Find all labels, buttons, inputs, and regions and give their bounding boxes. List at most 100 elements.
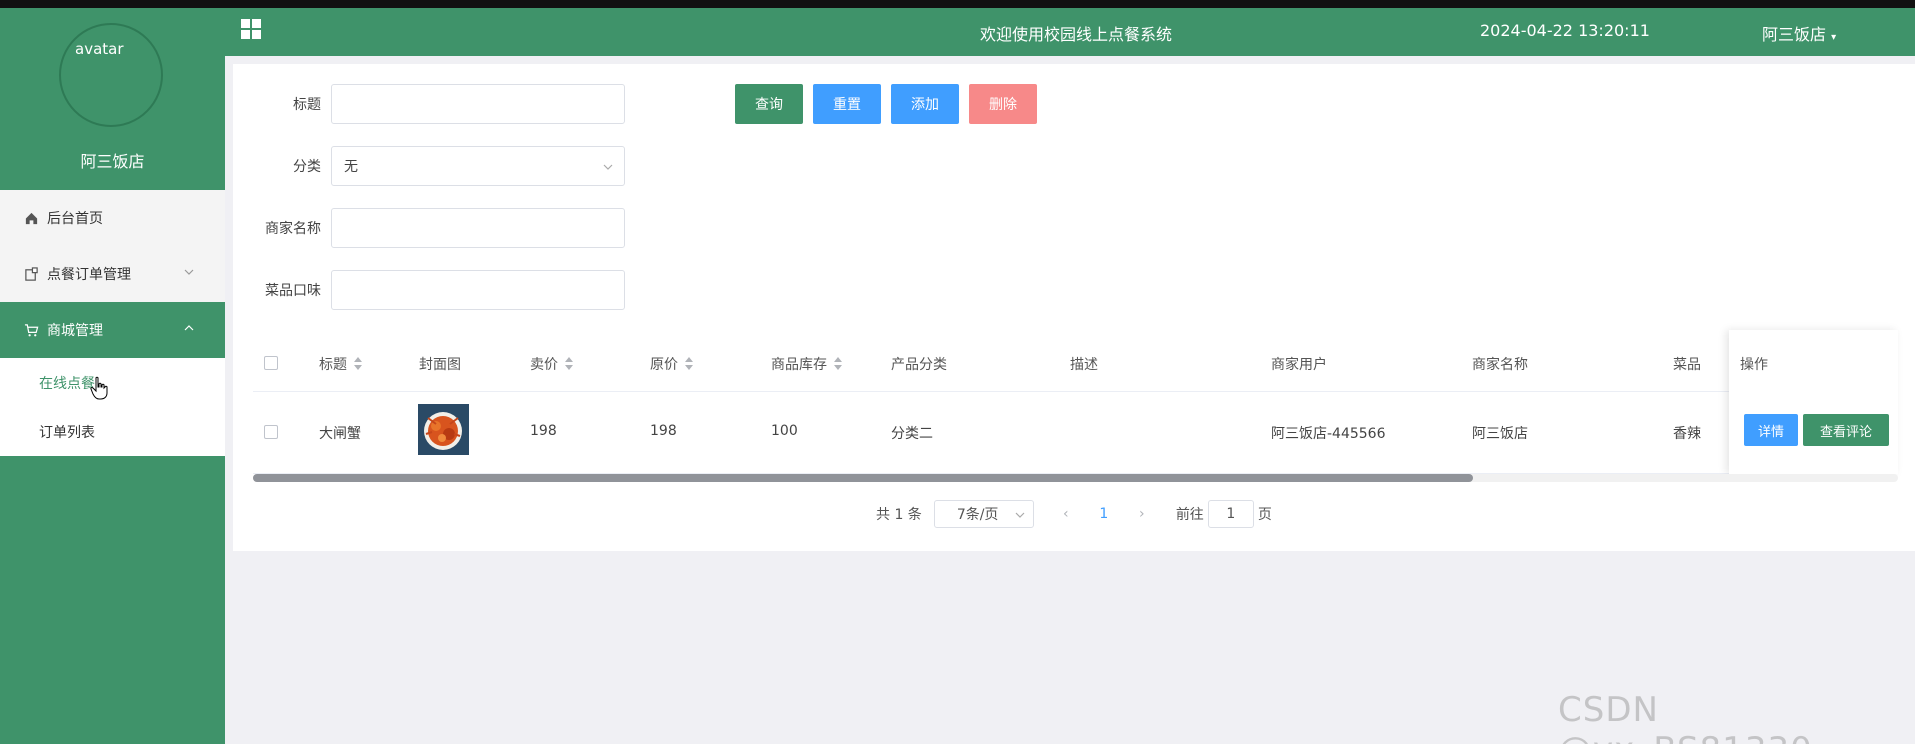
- search-merchant-row: 商家名称: [233, 208, 625, 248]
- sidebar-menu: 后台首页 点餐订单管理 商城管理 在线点餐 订单列表: [0, 190, 225, 456]
- page-number-current[interactable]: 1: [1090, 506, 1118, 522]
- column-header-merchant-name: 商家名称: [1472, 354, 1528, 374]
- sort-icon[interactable]: [353, 357, 363, 371]
- sort-icon[interactable]: [684, 357, 694, 371]
- view-comments-button[interactable]: 查看评论: [1803, 414, 1889, 446]
- search-category-select[interactable]: 无: [331, 146, 625, 186]
- search-taste-label: 菜品口味: [265, 283, 321, 299]
- table-header: 标题 封面图 卖价 原价 商品库存 产品分类 描述 商家用户 商家名称 菜品: [253, 332, 1898, 392]
- chevron-down-icon: [1015, 512, 1025, 518]
- cover-image[interactable]: [418, 404, 469, 455]
- sidebar-item-label: 商城管理: [47, 323, 103, 339]
- cell-title: 大闸蟹: [319, 426, 361, 442]
- column-header-label: 卖价: [530, 357, 558, 373]
- delete-button[interactable]: 删除: [969, 84, 1037, 124]
- sidebar-shop-name: 阿三饭店: [80, 152, 145, 171]
- table-row: 大闸蟹 198 198 100 分类二 阿三饭店-445566 阿三饭店 香辣: [253, 392, 1898, 474]
- horizontal-scrollbar[interactable]: [253, 474, 1898, 482]
- goto-prefix: 前往: [1175, 507, 1204, 523]
- pagination: 共 1 条 7条/页 ‹ 1 › 前往 1 页: [876, 500, 1272, 528]
- sort-icon[interactable]: [833, 357, 843, 371]
- search-merchant-input[interactable]: [331, 208, 625, 248]
- grid-menu-icon[interactable]: [240, 18, 262, 40]
- sidebar-subitem-label: 订单列表: [39, 424, 95, 441]
- home-icon: [25, 212, 38, 224]
- sidebar-item-label: 后台首页: [47, 211, 103, 227]
- cell-stock: 100: [771, 423, 798, 439]
- detail-button[interactable]: 详情: [1744, 414, 1798, 446]
- goto-page-input[interactable]: 1: [1207, 500, 1254, 528]
- order-icon: [25, 266, 38, 281]
- column-header-category: 产品分类: [891, 354, 947, 374]
- column-header-original-price[interactable]: 原价: [650, 354, 694, 374]
- search-title-label: 标题: [293, 97, 321, 113]
- chevron-down-icon: [603, 164, 613, 170]
- search-title-row: 标题: [233, 84, 625, 124]
- pagination-total: 共 1 条: [876, 507, 922, 523]
- search-merchant-label: 商家名称: [265, 221, 321, 237]
- column-header-taste: 菜品: [1673, 354, 1701, 374]
- cart-icon: [24, 323, 39, 336]
- cell-category: 分类二: [891, 426, 933, 442]
- reset-button[interactable]: 重置: [813, 84, 881, 124]
- top-strip: [0, 0, 1915, 8]
- category-selected-value: 无: [344, 159, 358, 175]
- search-taste-row: 菜品口味: [233, 270, 625, 310]
- column-header-description: 描述: [1070, 354, 1098, 374]
- system-title: 欢迎使用校园线上点餐系统: [980, 25, 1173, 44]
- cell-taste: 香辣: [1673, 426, 1701, 442]
- column-header-label: 原价: [650, 357, 678, 373]
- select-all-checkbox[interactable]: [264, 356, 278, 370]
- column-header-label: 产品分类: [891, 357, 947, 373]
- cell-original-price: 198: [650, 423, 677, 439]
- sidebar-item-orders[interactable]: 点餐订单管理: [0, 246, 225, 302]
- goto-suffix: 页: [1257, 507, 1272, 523]
- page-size-value: 7条/页: [956, 507, 999, 523]
- prev-page-button[interactable]: ‹: [1052, 506, 1080, 522]
- page-size-select[interactable]: 7条/页: [933, 500, 1034, 528]
- operations-column: 操作 详情 查看评论: [1729, 330, 1898, 474]
- sidebar-subitem-online-order[interactable]: 在线点餐: [0, 358, 225, 407]
- watermark: CSDN @vx_BS81330: [1558, 690, 1812, 744]
- sort-icon[interactable]: [564, 357, 574, 371]
- next-page-button[interactable]: ›: [1128, 506, 1156, 522]
- row-checkbox[interactable]: [264, 425, 278, 439]
- avatar[interactable]: avatar: [59, 23, 163, 127]
- cell-merchant-name: 阿三饭店: [1472, 426, 1528, 442]
- top-header: 欢迎使用校园线上点餐系统 2024-04-22 13:20:11 阿三饭店 ▾: [225, 8, 1915, 56]
- column-header-label: 商品库存: [771, 357, 827, 373]
- submenu: 在线点餐 订单列表: [0, 358, 225, 456]
- user-dropdown[interactable]: 阿三饭店 ▾: [1762, 21, 1836, 45]
- user-name: 阿三饭店: [1762, 25, 1827, 44]
- column-header-label: 商家名称: [1472, 357, 1528, 373]
- sidebar-item-mall[interactable]: 商城管理: [0, 302, 225, 358]
- cell-price: 198: [530, 423, 557, 439]
- scrollbar-thumb[interactable]: [253, 474, 1473, 482]
- column-header-label: 描述: [1070, 357, 1098, 373]
- column-header-price[interactable]: 卖价: [530, 354, 574, 374]
- profile: avatar 阿三饭店: [0, 8, 225, 190]
- sidebar-item-label: 点餐订单管理: [47, 267, 131, 283]
- caret-down-icon: ▾: [1831, 32, 1837, 43]
- add-button[interactable]: 添加: [891, 84, 959, 124]
- search-title-input[interactable]: [331, 84, 625, 124]
- sidebar: avatar 阿三饭店 后台首页 点餐订单管理 商城管理 在线点餐 订单列表: [0, 8, 225, 744]
- search-taste-input[interactable]: [331, 270, 625, 310]
- column-header-title[interactable]: 标题: [319, 354, 363, 374]
- column-header-operations: 操作: [1740, 357, 1768, 373]
- chevron-down-icon: [184, 269, 194, 275]
- column-header-merchant-user: 商家用户: [1271, 354, 1327, 374]
- main-panel: 标题 分类 无 商家名称 菜品口味 查询 重置 添加 删除 标题 封面图 卖价 …: [233, 64, 1915, 551]
- column-header-cover: 封面图: [419, 354, 461, 374]
- chevron-up-icon: [184, 325, 194, 331]
- hand-cursor-icon: [90, 376, 108, 400]
- column-header-label: 商家用户: [1271, 357, 1327, 373]
- sidebar-subitem-label: 在线点餐: [39, 375, 95, 392]
- search-category-label: 分类: [293, 159, 321, 175]
- column-header-stock[interactable]: 商品库存: [771, 354, 843, 374]
- sidebar-item-home[interactable]: 后台首页: [0, 190, 225, 246]
- sidebar-subitem-order-list[interactable]: 订单列表: [0, 407, 225, 456]
- query-button[interactable]: 查询: [735, 84, 803, 124]
- avatar-alt-text: avatar: [75, 40, 124, 58]
- current-datetime: 2024-04-22 13:20:11: [1480, 21, 1650, 40]
